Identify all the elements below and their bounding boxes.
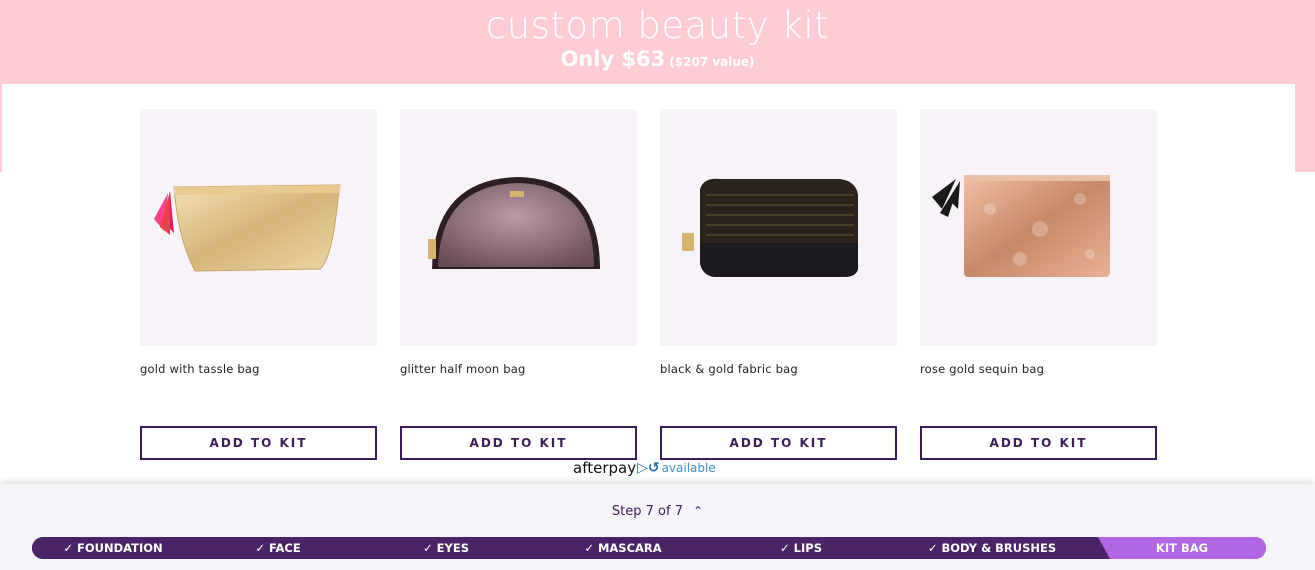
black-gold-fabric-bag-image	[682, 178, 858, 277]
price-label: Only $63	[560, 47, 666, 71]
value-note: ($207 value)	[669, 55, 755, 69]
gold-tassle-bag-image	[154, 184, 341, 272]
product-name: glitter half moon bag	[400, 362, 526, 376]
add-to-kit-button[interactable]: ADD TO KIT	[140, 426, 377, 460]
add-to-kit-button[interactable]: ADD TO KIT	[660, 426, 897, 460]
hero-title: custom beauty kit	[485, 4, 830, 47]
product-card-glitter-half-moon-bag: glitter half moon bag ADD TO KIT	[400, 109, 637, 460]
stage-label: FOUNDATION	[76, 541, 163, 555]
stage-label: KIT BAG	[1155, 541, 1209, 555]
glitter-half-moon-bag-image	[428, 177, 600, 269]
stage-kit-bag[interactable]: KIT BAG	[1098, 537, 1266, 559]
afterpay-badge[interactable]: afterpay ▷↺ available	[573, 458, 716, 478]
stage-eyes[interactable]: ✓ EYES	[362, 537, 530, 559]
stage-lips[interactable]: ✓ LIPS	[716, 537, 886, 559]
add-to-kit-button[interactable]: ADD TO KIT	[400, 426, 637, 460]
stage-face[interactable]: ✓ FACE	[194, 537, 362, 559]
check-icon: ✓	[927, 541, 938, 555]
product-card-rose-gold-sequin-bag: rose gold sequin bag ADD TO KIT	[920, 109, 1157, 460]
check-icon: ✓	[780, 541, 790, 555]
chevron-up-icon[interactable]: ⌃	[693, 504, 703, 518]
hero-price: Only $63 ($207 value)	[0, 45, 1315, 76]
stage-label: MASCARA	[597, 541, 662, 555]
rose-gold-sequin-bag-image	[932, 175, 1110, 277]
product-name: rose gold sequin bag	[920, 362, 1045, 376]
afterpay-logo-text: afterpay	[573, 459, 637, 477]
product-image[interactable]	[140, 109, 377, 346]
progress-track: ✓ FOUNDATION ✓ FACE ✓ EYES ✓ MASCARA ✓ LIPS ✓…	[32, 537, 1266, 559]
product-image[interactable]	[920, 109, 1157, 346]
check-icon: ✓	[63, 541, 73, 555]
stage-body-brushes[interactable]: ✓ BODY & BRUSHES	[886, 537, 1098, 559]
check-icon: ✓	[584, 541, 594, 555]
product-name: black & gold fabric bag	[660, 362, 798, 376]
stage-label: FACE	[268, 541, 301, 555]
afterpay-logo-icon: ▷↺	[637, 460, 660, 476]
product-name: gold with tassle bag	[140, 362, 260, 376]
afterpay-available-text: available	[661, 461, 716, 475]
check-icon: ✓	[423, 541, 433, 555]
hero-text: custom beauty kit Only $63 ($207 value)	[0, 0, 1315, 84]
stage-mascara[interactable]: ✓ MASCARA	[530, 537, 716, 559]
product-card-gold-tassle-bag: gold with tassle bag ADD TO KIT	[140, 109, 377, 460]
product-card-black-gold-fabric-bag: black & gold fabric bag ADD TO KIT	[660, 109, 897, 460]
step-indicator[interactable]: Step 7 of 7 ⌃	[0, 504, 1315, 519]
stage-label: BODY & BRUSHES	[941, 541, 1057, 555]
stage-label: EYES	[436, 541, 469, 555]
product-image[interactable]	[660, 109, 897, 346]
kit-progress-bar: Step 7 of 7 ⌃ ✓ FOUNDATION ✓ FACE ✓ EYES ✓ MA…	[0, 484, 1315, 570]
check-icon: ✓	[255, 541, 265, 555]
stage-label: LIPS	[793, 541, 822, 555]
stage-foundation[interactable]: ✓ FOUNDATION	[32, 537, 194, 559]
add-to-kit-button[interactable]: ADD TO KIT	[920, 426, 1157, 460]
product-image[interactable]	[400, 109, 637, 346]
step-label: Step 7 of 7	[611, 504, 683, 519]
